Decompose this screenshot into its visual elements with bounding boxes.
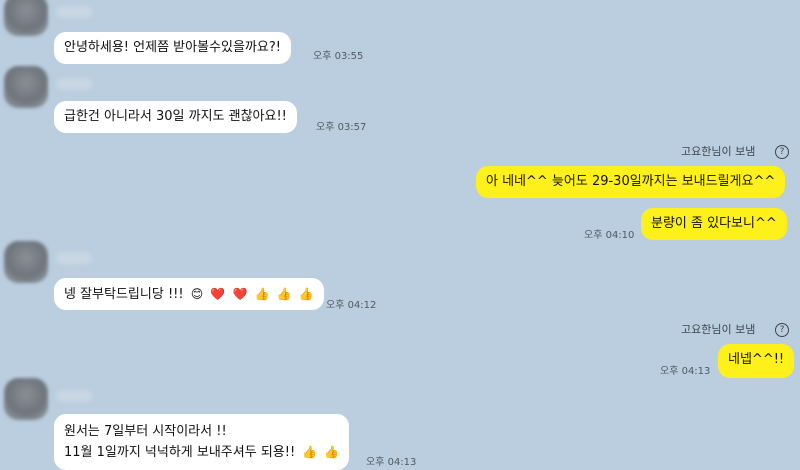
message-time: 오후 03:57 xyxy=(316,122,367,133)
avatar[interactable] xyxy=(4,378,48,420)
message-time: 오후 03:55 xyxy=(313,51,364,62)
message-time: 오후 04:13 xyxy=(660,366,711,377)
sender-name xyxy=(56,390,92,402)
thumbs-up-emoji-icon: 👍 xyxy=(254,287,270,301)
avatar[interactable] xyxy=(4,241,48,283)
message-bubble[interactable]: 안녕하세용! 언제쯤 받아볼수있을까요?! xyxy=(54,32,291,64)
help-icon[interactable]: ? xyxy=(775,323,789,337)
heart-emoji-icon: ❤️ xyxy=(210,287,226,301)
sender-label: 고요한님이 보냄 xyxy=(681,323,756,336)
sender-name xyxy=(56,78,92,90)
message-time: 오후 04:13 xyxy=(366,457,417,468)
thumbs-up-emoji-icon: 👍 xyxy=(324,445,340,459)
message-line: 원서는 7일부터 시작이라서 !! xyxy=(64,424,227,439)
message-bubble[interactable]: 넹 잘부탁드립니당 !!! 😊 ❤️ ❤️ 👍 👍 👍 xyxy=(54,278,324,310)
avatar[interactable] xyxy=(4,66,48,108)
help-icon[interactable]: ? xyxy=(775,145,789,159)
message-bubble[interactable]: 네넵^^!! xyxy=(718,344,795,378)
message-bubble[interactable]: 급한건 아니라서 30일 까지도 괜찮아요!! xyxy=(54,101,297,133)
message-line: 11월 1일까지 넉넉하게 보내주셔두 되용!! xyxy=(64,445,296,460)
sender-name xyxy=(56,252,92,264)
sender-label: 고요한님이 보냄 xyxy=(681,145,756,158)
message-time: 오후 04:12 xyxy=(326,300,377,311)
thumbs-up-emoji-icon: 👍 xyxy=(276,287,292,301)
message-time: 오후 04:10 xyxy=(584,230,635,241)
message-bubble[interactable]: 원서는 7일부터 시작이라서 !! 11월 1일까지 넉넉하게 보내주셔두 되용… xyxy=(54,414,350,470)
message-bubble[interactable]: 아 네네^^ 늦어도 29-30일까지는 보내드릴게요^^ xyxy=(476,166,786,198)
thumbs-up-emoji-icon: 👍 xyxy=(298,287,314,301)
heart-emoji-icon: ❤️ xyxy=(232,287,248,301)
message-bubble[interactable]: 분량이 좀 있다보니^^ xyxy=(641,208,787,240)
avatar[interactable] xyxy=(4,0,48,36)
message-text: 넹 잘부탁드립니당 !!! xyxy=(64,287,184,302)
thumbs-up-emoji-icon: 👍 xyxy=(302,445,318,459)
sender-name xyxy=(56,6,92,18)
smile-emoji-icon: 😊 xyxy=(190,287,204,301)
